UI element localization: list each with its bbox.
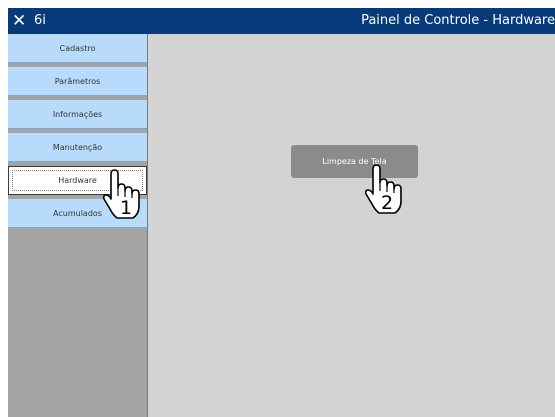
step-number-2: 2 xyxy=(381,192,393,214)
sidebar-item-informacoes[interactable]: Informações xyxy=(8,100,147,129)
sidebar-item-label: Cadastro xyxy=(59,43,96,53)
sidebar-item-label: Acumulados xyxy=(53,208,102,218)
pointing-hand-icon: 2 xyxy=(364,164,402,214)
title-bar: ✕ 6i Painel de Controle - Hardware xyxy=(8,8,555,34)
sidebar-item-label: Manutenção xyxy=(52,142,103,152)
app-name: 6i xyxy=(34,13,46,28)
pointing-hand-icon: 1 xyxy=(102,169,140,219)
control-panel-screen: ✕ 6i Painel de Controle - Hardware Cadas… xyxy=(8,8,555,417)
sidebar-item-cadastro[interactable]: Cadastro xyxy=(8,34,147,63)
sidebar-item-manutencao[interactable]: Manutenção xyxy=(8,133,147,162)
close-icon[interactable]: ✕ xyxy=(12,11,26,31)
sidebar-item-label: Informações xyxy=(52,109,103,119)
sidebar-item-parametros[interactable]: Parâmetros xyxy=(8,67,147,96)
step-number-1: 1 xyxy=(120,197,132,219)
sidebar: Cadastro Parâmetros Informações Manutenç… xyxy=(8,34,148,417)
sidebar-item-label: Parâmetros xyxy=(54,76,101,86)
window-title: Painel de Controle - Hardware xyxy=(361,13,555,28)
